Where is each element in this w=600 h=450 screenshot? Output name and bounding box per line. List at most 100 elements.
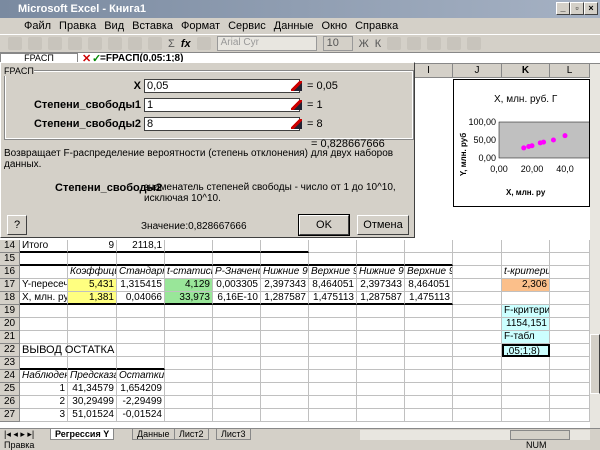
cell[interactable] bbox=[550, 409, 590, 422]
cell[interactable] bbox=[20, 305, 68, 318]
redo-icon[interactable] bbox=[148, 37, 162, 50]
cell[interactable] bbox=[550, 292, 590, 305]
cell[interactable] bbox=[213, 396, 261, 409]
font-select[interactable]: Arial Cyr bbox=[216, 36, 317, 51]
cell[interactable] bbox=[261, 240, 309, 253]
cell[interactable] bbox=[261, 305, 309, 318]
cell[interactable]: Нижние 95,0% bbox=[357, 266, 405, 279]
cell[interactable] bbox=[453, 253, 502, 266]
cell[interactable] bbox=[357, 409, 405, 422]
paste-icon[interactable] bbox=[108, 37, 122, 50]
cell[interactable]: 1,475113 bbox=[405, 292, 453, 305]
cell[interactable] bbox=[357, 253, 405, 266]
cell[interactable] bbox=[550, 279, 590, 292]
cell[interactable] bbox=[117, 253, 165, 266]
cell[interactable] bbox=[453, 279, 502, 292]
cell[interactable]: 2118,1 bbox=[117, 240, 165, 253]
fill-color-icon[interactable] bbox=[467, 37, 482, 50]
cell[interactable]: Коэффициенты bbox=[68, 266, 117, 279]
cell[interactable] bbox=[261, 370, 309, 383]
horizontal-scrollbar[interactable] bbox=[360, 430, 590, 440]
cell[interactable] bbox=[261, 318, 309, 331]
row-header[interactable]: 21 bbox=[0, 331, 20, 344]
cell[interactable]: F-критерий bbox=[502, 305, 550, 318]
cell[interactable] bbox=[502, 357, 550, 370]
cell[interactable]: 4,129 bbox=[165, 279, 213, 292]
cell[interactable]: 1,381 bbox=[68, 292, 117, 305]
menu-item-0[interactable]: Файл bbox=[24, 20, 51, 32]
cell[interactable] bbox=[117, 357, 165, 370]
menu-item-7[interactable]: Окно bbox=[322, 20, 348, 32]
cell[interactable] bbox=[165, 344, 213, 357]
cell[interactable] bbox=[20, 266, 68, 279]
cell[interactable]: 6,16E-10 bbox=[213, 292, 261, 305]
menu-item-3[interactable]: Вставка bbox=[132, 20, 173, 32]
cell[interactable] bbox=[68, 253, 117, 266]
font-size-select[interactable]: 10 bbox=[322, 36, 353, 51]
cell[interactable] bbox=[309, 240, 357, 253]
cell[interactable]: 51,01524 bbox=[68, 409, 117, 422]
cell[interactable] bbox=[213, 331, 261, 344]
row-header[interactable]: 22 bbox=[0, 344, 20, 357]
cell[interactable] bbox=[261, 396, 309, 409]
cell[interactable] bbox=[68, 305, 117, 318]
cell[interactable]: 2,397343 bbox=[357, 279, 405, 292]
print-icon[interactable] bbox=[48, 37, 62, 50]
cell[interactable] bbox=[453, 357, 502, 370]
cell[interactable] bbox=[213, 357, 261, 370]
cell[interactable]: F-табл bbox=[502, 331, 550, 344]
cell[interactable] bbox=[357, 331, 405, 344]
maximize-button[interactable]: ▫ bbox=[570, 2, 584, 15]
align-right-icon[interactable] bbox=[427, 37, 442, 50]
row-header[interactable]: 18 bbox=[0, 292, 20, 305]
cell[interactable] bbox=[550, 266, 590, 279]
cell[interactable] bbox=[261, 344, 309, 357]
menu-item-2[interactable]: Вид bbox=[104, 20, 124, 32]
menu-item-4[interactable]: Формат bbox=[181, 20, 220, 32]
cell[interactable] bbox=[213, 344, 261, 357]
cell[interactable] bbox=[165, 370, 213, 383]
cell[interactable]: 33,973 bbox=[165, 292, 213, 305]
cell[interactable] bbox=[261, 253, 309, 266]
cell[interactable] bbox=[502, 370, 550, 383]
cell[interactable] bbox=[165, 383, 213, 396]
cell[interactable] bbox=[309, 396, 357, 409]
cell[interactable] bbox=[357, 305, 405, 318]
cell[interactable]: 8,464051 bbox=[309, 279, 357, 292]
italic-icon[interactable]: К bbox=[375, 38, 381, 50]
cell[interactable]: Стандартная ошибка bbox=[117, 266, 165, 279]
cell[interactable] bbox=[165, 305, 213, 318]
cell[interactable] bbox=[165, 409, 213, 422]
cell[interactable] bbox=[213, 370, 261, 383]
row-header[interactable]: 17 bbox=[0, 279, 20, 292]
cell[interactable] bbox=[405, 383, 453, 396]
cell[interactable]: 1,315415 bbox=[117, 279, 165, 292]
cell[interactable] bbox=[550, 318, 590, 331]
tab-nav-icons[interactable]: |◂ ◂ ▸ ▸| bbox=[0, 429, 38, 439]
cell[interactable] bbox=[68, 318, 117, 331]
cell[interactable] bbox=[453, 331, 502, 344]
cell[interactable] bbox=[405, 240, 453, 253]
cell[interactable] bbox=[117, 318, 165, 331]
cell[interactable] bbox=[453, 344, 502, 357]
cell[interactable] bbox=[357, 370, 405, 383]
cell[interactable] bbox=[502, 409, 550, 422]
cell[interactable]: t-статистика bbox=[165, 266, 213, 279]
cell[interactable] bbox=[213, 409, 261, 422]
cell[interactable] bbox=[357, 318, 405, 331]
cell[interactable] bbox=[165, 357, 213, 370]
cell[interactable] bbox=[453, 292, 502, 305]
cell[interactable] bbox=[502, 253, 550, 266]
sheet-tab[interactable]: Лист2 bbox=[174, 429, 209, 440]
scatter-chart[interactable]: X, млн. руб. Г Y, млн. руб X, млн. ру 10… bbox=[453, 79, 590, 207]
cell[interactable] bbox=[309, 253, 357, 266]
cell[interactable] bbox=[261, 357, 309, 370]
row-header[interactable]: 27 bbox=[0, 409, 20, 422]
cell[interactable] bbox=[453, 370, 502, 383]
cell[interactable] bbox=[550, 370, 590, 383]
cell[interactable] bbox=[20, 357, 68, 370]
cell[interactable] bbox=[165, 240, 213, 253]
cell[interactable]: 1,654209 bbox=[117, 383, 165, 396]
cell[interactable] bbox=[453, 318, 502, 331]
row-header[interactable]: 19 bbox=[0, 305, 20, 318]
